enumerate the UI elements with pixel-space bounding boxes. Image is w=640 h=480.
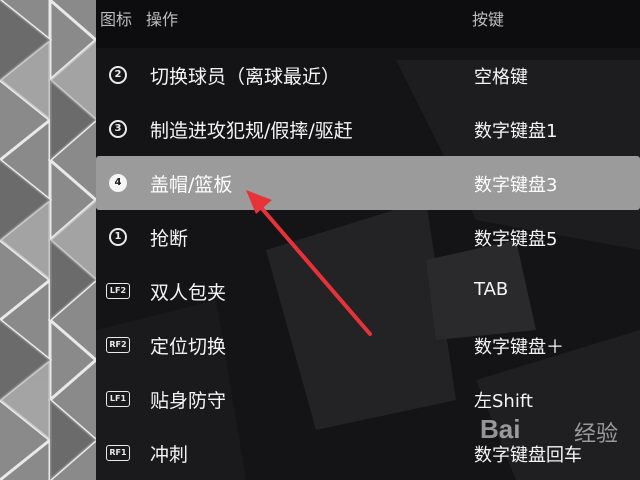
controls-panel: 图标 操作 按键 2 切换球员（离球最近） 空格键 3 制造进攻犯规/假摔/驱赶… — [96, 0, 640, 480]
key-binding: TAB — [474, 279, 509, 300]
circle-1-icon: 1 — [106, 226, 130, 248]
action-label: 盖帽/篮板 — [150, 174, 233, 196]
key-binding: 数字键盘5 — [474, 229, 558, 250]
header-key-column: 按键 — [472, 10, 505, 29]
action-label: 切换球员（离球最近） — [150, 66, 341, 88]
control-row-block-rebound[interactable]: 4 盖帽/篮板 数字键盘3 — [96, 156, 640, 210]
watermark-brand: Bai — [480, 414, 521, 444]
action-label: 双人包夹 — [150, 282, 227, 304]
circle-3-icon: 3 — [106, 118, 130, 140]
action-label: 贴身防守 — [150, 390, 227, 412]
header-icon-column: 图标 — [100, 10, 133, 29]
circle-4-filled-icon: 4 — [106, 172, 130, 194]
action-label: 抢断 — [150, 228, 189, 250]
rf2-button-icon: RF2 — [106, 334, 130, 356]
watermark: Bai 经验 — [476, 410, 640, 466]
action-label: 定位切换 — [150, 336, 227, 358]
action-label: 冲刺 — [150, 444, 189, 466]
control-row-steal[interactable]: 1 抢断 数字键盘5 — [96, 210, 640, 264]
key-binding: 空格键 — [474, 67, 528, 88]
table-header: 图标 操作 按键 — [96, 0, 640, 48]
control-row-double-team[interactable]: LF2 双人包夹 TAB — [96, 264, 640, 318]
lf2-button-icon: LF2 — [106, 280, 130, 302]
control-row-switch-player[interactable]: 2 切换球员（离球最近） 空格键 — [96, 48, 640, 102]
header-action-column: 操作 — [146, 10, 179, 29]
key-binding: 数字键盘3 — [474, 175, 558, 196]
decorative-triangle-wall — [0, 0, 96, 480]
circle-2-icon: 2 — [106, 64, 130, 86]
watermark-suffix: 经验 — [574, 422, 619, 447]
control-row-take-charge[interactable]: 3 制造进攻犯规/假摔/驱赶 数字键盘1 — [96, 102, 640, 156]
lf1-button-icon: LF1 — [106, 388, 130, 410]
control-row-position-switch[interactable]: RF2 定位切换 数字键盘＋ — [96, 318, 640, 372]
key-binding: 数字键盘＋ — [474, 337, 564, 358]
rf1-button-icon: RF1 — [106, 442, 130, 464]
action-label: 制造进攻犯规/假摔/驱赶 — [150, 120, 353, 142]
key-binding: 数字键盘1 — [474, 121, 558, 142]
